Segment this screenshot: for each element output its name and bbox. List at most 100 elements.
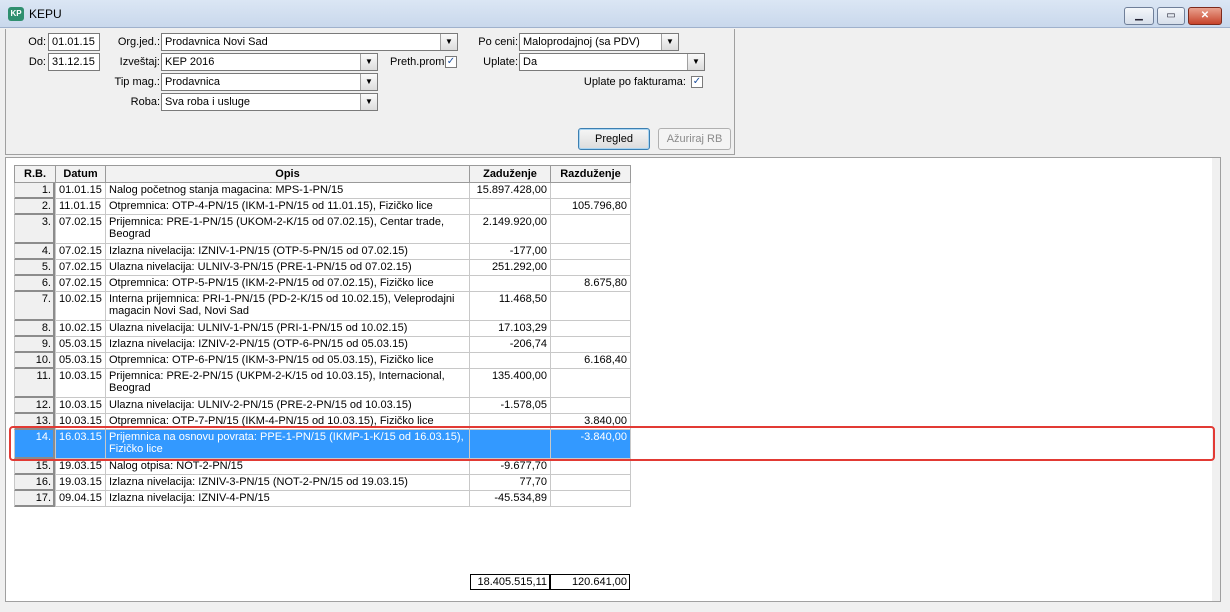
preth-prom-label: Preth.prom bbox=[390, 56, 445, 68]
chevron-down-icon[interactable]: ▼ bbox=[661, 34, 678, 50]
row-number[interactable]: 3. bbox=[14, 215, 55, 244]
table-row[interactable]: 15. 19.03.15 Nalog otpisa: NOT-2-PN/15 -9.6… bbox=[14, 459, 631, 475]
chevron-down-icon[interactable]: ▼ bbox=[440, 34, 457, 50]
row-description: Izlazna nivelacija: IZNIV-1-PN/15 (OTP-5… bbox=[105, 244, 469, 260]
row-number[interactable]: 13. bbox=[14, 414, 55, 430]
preth-prom-checkbox[interactable]: ✓ bbox=[445, 56, 457, 68]
row-razduzenje bbox=[550, 260, 631, 276]
row-date: 10.02.15 bbox=[55, 321, 105, 337]
row-number[interactable]: 14. bbox=[14, 430, 55, 459]
table-row[interactable]: 6. 07.02.15 Otpremnica: OTP-5-PN/15 (IKM-2… bbox=[14, 276, 631, 292]
row-date: 10.03.15 bbox=[55, 398, 105, 414]
scroll-edge bbox=[1212, 158, 1220, 601]
row-number[interactable]: 4. bbox=[14, 244, 55, 260]
row-number[interactable]: 12. bbox=[14, 398, 55, 414]
row-razduzenje: 3.840,00 bbox=[550, 414, 631, 430]
table-row[interactable]: 17. 09.04.15 Izlazna nivelacija: IZNIV-4-P… bbox=[14, 491, 631, 507]
row-zaduzenje: -45.534,89 bbox=[469, 491, 550, 507]
uplate-fakturama-checkbox[interactable]: ✓ bbox=[691, 76, 703, 88]
org-value: Prodavnica Novi Sad bbox=[165, 36, 268, 48]
table-row[interactable]: 9. 05.03.15 Izlazna nivelacija: IZNIV-2-PN… bbox=[14, 337, 631, 353]
roba-label: Roba: bbox=[130, 96, 160, 108]
table-row[interactable]: 13. 10.03.15 Otpremnica: OTP-7-PN/15 (IKM-… bbox=[14, 414, 631, 430]
row-number[interactable]: 15. bbox=[14, 459, 55, 475]
uplate-label: Uplate: bbox=[483, 56, 518, 68]
chevron-down-icon[interactable]: ▼ bbox=[360, 94, 377, 110]
row-description: Otpremnica: OTP-5-PN/15 (IKM-2-PN/15 od … bbox=[105, 276, 469, 292]
row-date: 05.03.15 bbox=[55, 337, 105, 353]
chevron-down-icon[interactable]: ▼ bbox=[360, 74, 377, 90]
uplate-select[interactable]: Da ▼ bbox=[519, 53, 705, 71]
total-razduzenje: 120.641,00 bbox=[550, 574, 630, 590]
row-number[interactable]: 10. bbox=[14, 353, 55, 369]
chevron-down-icon[interactable]: ▼ bbox=[360, 54, 377, 70]
row-description: Prijemnica: PRE-1-PN/15 (UKOM-2-K/15 od … bbox=[105, 215, 469, 244]
table-row[interactable]: 1. 01.01.15 Nalog početnog stanja magacina… bbox=[14, 183, 631, 199]
header-razduzenje[interactable]: Razduženje bbox=[550, 165, 631, 183]
roba-value: Sva roba i usluge bbox=[165, 96, 250, 108]
window-title: KEPU bbox=[29, 7, 62, 21]
date-to-input[interactable]: 31.12.15 bbox=[48, 53, 100, 71]
row-zaduzenje bbox=[469, 199, 550, 215]
row-date: 10.03.15 bbox=[55, 414, 105, 430]
row-number[interactable]: 16. bbox=[14, 475, 55, 491]
date-from-input[interactable]: 01.01.15 bbox=[48, 33, 100, 51]
row-razduzenje bbox=[550, 183, 631, 199]
izvestaj-value: KEP 2016 bbox=[165, 56, 215, 68]
row-number[interactable]: 17. bbox=[14, 491, 55, 507]
pregled-button[interactable]: Pregled bbox=[578, 128, 650, 150]
row-number[interactable]: 8. bbox=[14, 321, 55, 337]
row-number[interactable]: 5. bbox=[14, 260, 55, 276]
table-row[interactable]: 8. 10.02.15 Ulazna nivelacija: ULNIV-1-PN/… bbox=[14, 321, 631, 337]
row-date: 01.01.15 bbox=[55, 183, 105, 199]
header-opis[interactable]: Opis bbox=[105, 165, 469, 183]
row-zaduzenje: -9.677,70 bbox=[469, 459, 550, 475]
table-row[interactable]: 16. 19.03.15 Izlazna nivelacija: IZNIV-3-P… bbox=[14, 475, 631, 491]
table-row[interactable]: 4. 07.02.15 Izlazna nivelacija: IZNIV-1-PN… bbox=[14, 244, 631, 260]
minimize-button[interactable]: ▁ bbox=[1124, 7, 1154, 25]
maximize-button[interactable]: ▭ bbox=[1157, 7, 1185, 25]
row-number[interactable]: 2. bbox=[14, 199, 55, 215]
row-date: 07.02.15 bbox=[55, 260, 105, 276]
row-razduzenje bbox=[550, 321, 631, 337]
table-row[interactable]: 5. 07.02.15 Ulazna nivelacija: ULNIV-3-PN/… bbox=[14, 260, 631, 276]
table-row[interactable]: 11. 10.03.15 Prijemnica: PRE-2-PN/15 (UKPM… bbox=[14, 369, 631, 398]
table-row[interactable]: 3. 07.02.15 Prijemnica: PRE-1-PN/15 (UKOM-… bbox=[14, 215, 631, 244]
row-zaduzenje: 2.149.920,00 bbox=[469, 215, 550, 244]
uplate-fakturama-label: Uplate po fakturama: bbox=[583, 76, 686, 88]
uplate-value: Da bbox=[523, 56, 538, 68]
row-razduzenje bbox=[550, 491, 631, 507]
roba-select[interactable]: Sva roba i usluge ▼ bbox=[161, 93, 378, 111]
table-row[interactable]: 12. 10.03.15 Ulazna nivelacija: ULNIV-2-PN… bbox=[14, 398, 631, 414]
filter-panel: Od: 01.01.15 Do: 31.12.15 Org.jed.: Prod… bbox=[5, 29, 735, 155]
table-row[interactable]: 2. 11.01.15 Otpremnica: OTP-4-PN/15 (IKM-1… bbox=[14, 199, 631, 215]
row-razduzenje: 8.675,80 bbox=[550, 276, 631, 292]
tipmag-select[interactable]: Prodavnica ▼ bbox=[161, 73, 378, 91]
row-number[interactable]: 1. bbox=[14, 183, 55, 199]
chevron-down-icon[interactable]: ▼ bbox=[687, 54, 704, 70]
row-number[interactable]: 7. bbox=[14, 292, 55, 321]
header-zaduzenje[interactable]: Zaduženje bbox=[469, 165, 550, 183]
row-description: Prijemnica na osnovu povrata: PPE-1-PN/1… bbox=[105, 430, 469, 459]
row-description: Izlazna nivelacija: IZNIV-4-PN/15 bbox=[105, 491, 469, 507]
table-row[interactable]: 14. 16.03.15 Prijemnica na osnovu povrata:… bbox=[14, 430, 631, 459]
do-label: Do: bbox=[28, 56, 46, 68]
header-rb[interactable]: R.B. bbox=[14, 165, 55, 183]
table-row[interactable]: 7. 10.02.15 Interna prijemnica: PRI-1-PN/1… bbox=[14, 292, 631, 321]
row-zaduzenje: 135.400,00 bbox=[469, 369, 550, 398]
row-number[interactable]: 9. bbox=[14, 337, 55, 353]
row-number[interactable]: 11. bbox=[14, 369, 55, 398]
row-description: Otpremnica: OTP-4-PN/15 (IKM-1-PN/15 od … bbox=[105, 199, 469, 215]
azuriraj-rb-button[interactable]: Ažuriraj RB bbox=[658, 128, 731, 150]
close-button[interactable]: ✕ bbox=[1188, 7, 1222, 25]
poceni-select[interactable]: Maloprodajnoj (sa PDV) ▼ bbox=[519, 33, 679, 51]
row-zaduzenje: 15.897.428,00 bbox=[469, 183, 550, 199]
poceni-value: Maloprodajnoj (sa PDV) bbox=[523, 36, 640, 48]
row-date: 11.01.15 bbox=[55, 199, 105, 215]
table-row[interactable]: 10. 05.03.15 Otpremnica: OTP-6-PN/15 (IKM-… bbox=[14, 353, 631, 369]
izvestaj-select[interactable]: KEP 2016 ▼ bbox=[161, 53, 378, 71]
header-datum[interactable]: Datum bbox=[55, 165, 105, 183]
row-date: 07.02.15 bbox=[55, 276, 105, 292]
org-select[interactable]: Prodavnica Novi Sad ▼ bbox=[161, 33, 458, 51]
row-number[interactable]: 6. bbox=[14, 276, 55, 292]
